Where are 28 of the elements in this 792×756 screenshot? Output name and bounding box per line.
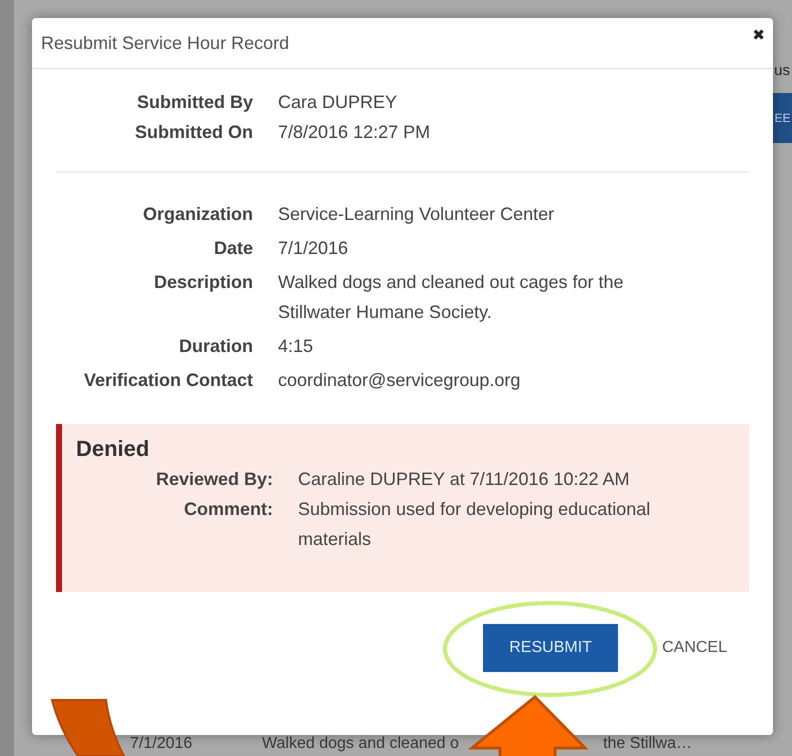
field-value: Submission used for developing educational materials — [298, 498, 652, 551]
field-label: Submitted On — [134, 121, 253, 144]
field-value: Service-Learning Volunteer Center — [278, 203, 556, 226]
page-button[interactable]: EE — [773, 93, 792, 143]
field-label: Comment: — [183, 498, 273, 521]
field-value: 4:15 — [278, 335, 314, 358]
field-value: 7/1/2016 — [278, 237, 350, 260]
resubmit-button[interactable]: RESUBMIT — [483, 624, 618, 672]
heading-text: us — [774, 62, 791, 79]
field-label: Duration — [178, 335, 253, 358]
table-cell-text: 7/1/2016 — [130, 735, 194, 753]
close-button[interactable]: ✖ — [752, 26, 765, 44]
field-value: 7/8/2016 12:27 PM — [278, 121, 432, 144]
field-label: Organization — [142, 203, 253, 226]
field-value: Cara DUPREY — [278, 91, 398, 114]
field-value: coordinator@servicegroup.org — [278, 369, 522, 392]
field-label: Description — [152, 271, 253, 294]
field-label: Submitted By — [136, 91, 253, 114]
table-cell: Walked dogs and cleaned o — [262, 735, 459, 753]
field-label: Reviewed By: — [154, 468, 273, 491]
field-value: Caraline DUPREY at 7/11/2016 10:22 AM — [298, 468, 631, 491]
cancel-link[interactable]: CANCEL — [662, 639, 727, 657]
table-cell: the Stillwa… — [603, 735, 692, 753]
field-label: Date — [212, 237, 253, 260]
field-value: Walked dogs and cleaned out cages for the Stillwater Humane Society. — [278, 271, 625, 324]
status-heading: Denied — [76, 435, 150, 463]
field-label: Verification Contact — [82, 369, 253, 392]
dialog-title: Resubmit Service Hour Record — [41, 32, 290, 54]
